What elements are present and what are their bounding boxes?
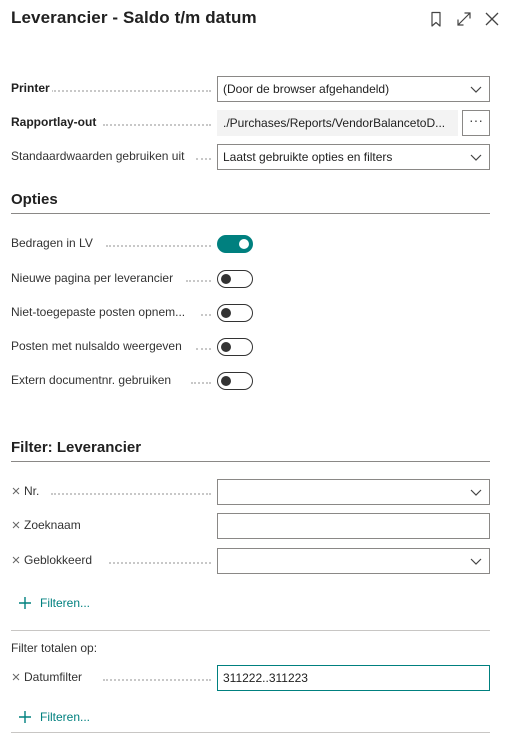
chevron-down-icon xyxy=(470,154,482,161)
toggle-amounts-lcy[interactable] xyxy=(217,235,253,253)
label-leader xyxy=(191,382,211,384)
label-leader xyxy=(106,245,211,247)
label-leader xyxy=(196,348,211,350)
printer-select[interactable]: (Door de browser afgehandeld) xyxy=(217,76,490,102)
printer-value: (Door de browser afgehandeld) xyxy=(223,82,390,96)
defaults-label: Standaardwaarden gebruiken uit xyxy=(11,149,187,163)
plus-icon xyxy=(19,711,31,723)
date-filter-input[interactable]: 311222..311223 xyxy=(217,665,490,691)
toggle-show-zero-balance[interactable] xyxy=(217,338,253,356)
section-divider xyxy=(11,461,490,462)
bookmark-icon[interactable] xyxy=(427,10,445,28)
filter-searchname-input[interactable] xyxy=(217,513,490,539)
option-label: Niet-toegepaste posten opnem... xyxy=(11,305,188,319)
layout-lookup-button[interactable]: ··· xyxy=(462,110,490,136)
dialog-title: Leverancier - Saldo t/m datum xyxy=(11,8,257,27)
add-filter-label: Filteren... xyxy=(40,710,91,724)
defaults-value: Laatst gebruikte opties en filters xyxy=(223,150,393,164)
date-filter-value: 311222..311223 xyxy=(223,671,308,685)
remove-filter-icon[interactable] xyxy=(11,672,21,682)
remove-filter-icon[interactable] xyxy=(11,520,21,530)
dialog-header: Leverancier - Saldo t/m datum xyxy=(0,0,510,40)
toggle-knob xyxy=(221,308,231,318)
plus-icon xyxy=(19,597,31,609)
filter-row-date: Datumfilter 311222..311223 xyxy=(11,665,491,691)
toggle-knob xyxy=(221,376,231,386)
add-filter-label: Filteren... xyxy=(40,596,91,610)
layout-row: Rapportlay-out ./Purchases/Reports/Vendo… xyxy=(11,110,491,136)
label-leader xyxy=(196,158,211,160)
layout-value: ./Purchases/Reports/VendorBalancetoD... xyxy=(223,116,446,130)
filter-nr-select[interactable] xyxy=(217,479,490,505)
remove-filter-icon[interactable] xyxy=(11,486,21,496)
printer-row: Printer (Door de browser afgehandeld) xyxy=(11,76,491,102)
filter-label: Datumfilter xyxy=(24,670,85,684)
section-divider xyxy=(11,213,490,214)
filter-label: Geblokkeerd xyxy=(24,553,95,567)
filter-row-nr: Nr. xyxy=(11,479,491,505)
toggle-include-unapplied[interactable] xyxy=(217,304,253,322)
toggle-knob xyxy=(221,342,231,352)
chevron-down-icon xyxy=(470,558,482,565)
section-divider xyxy=(11,630,490,631)
label-leader xyxy=(51,90,211,92)
filter-label: Nr. xyxy=(24,484,42,498)
label-leader xyxy=(103,679,211,681)
toggle-new-page-per-vendor[interactable] xyxy=(217,270,253,288)
printer-label: Printer xyxy=(11,81,52,95)
label-leader xyxy=(186,280,211,282)
remove-filter-icon[interactable] xyxy=(11,555,21,565)
option-label: Bedragen in LV xyxy=(11,236,95,250)
toggle-knob xyxy=(221,274,231,284)
option-label: Extern documentnr. gebruiken xyxy=(11,373,174,387)
filter-label: Zoeknaam xyxy=(24,518,83,532)
totals-filter-title: Filter totalen op: xyxy=(11,641,98,655)
layout-label: Rapportlay-out xyxy=(11,115,99,129)
filter-row-blocked: Geblokkeerd xyxy=(11,548,491,574)
label-leader xyxy=(201,314,211,316)
section-divider xyxy=(11,732,490,733)
chevron-down-icon xyxy=(470,489,482,496)
vendor-filter-title: Filter: Leverancier xyxy=(11,439,142,456)
option-label: Posten met nulsaldo weergeven xyxy=(11,339,184,353)
label-leader xyxy=(51,493,211,495)
toggle-knob xyxy=(239,239,249,249)
layout-field[interactable]: ./Purchases/Reports/VendorBalancetoD... xyxy=(217,110,458,136)
filter-row-searchname: Zoeknaam xyxy=(11,513,491,539)
defaults-select[interactable]: Laatst gebruikte opties en filters xyxy=(217,144,490,170)
label-leader xyxy=(103,124,211,126)
defaults-row: Standaardwaarden gebruiken uit Laatst ge… xyxy=(11,144,491,170)
toggle-external-doc-no[interactable] xyxy=(217,372,253,390)
label-leader xyxy=(109,562,211,564)
option-label: Nieuwe pagina per leverancier xyxy=(11,271,176,285)
close-icon[interactable] xyxy=(483,10,501,28)
expand-icon[interactable] xyxy=(455,10,473,28)
options-title: Opties xyxy=(11,191,58,208)
filter-blocked-select[interactable] xyxy=(217,548,490,574)
chevron-down-icon xyxy=(470,86,482,93)
